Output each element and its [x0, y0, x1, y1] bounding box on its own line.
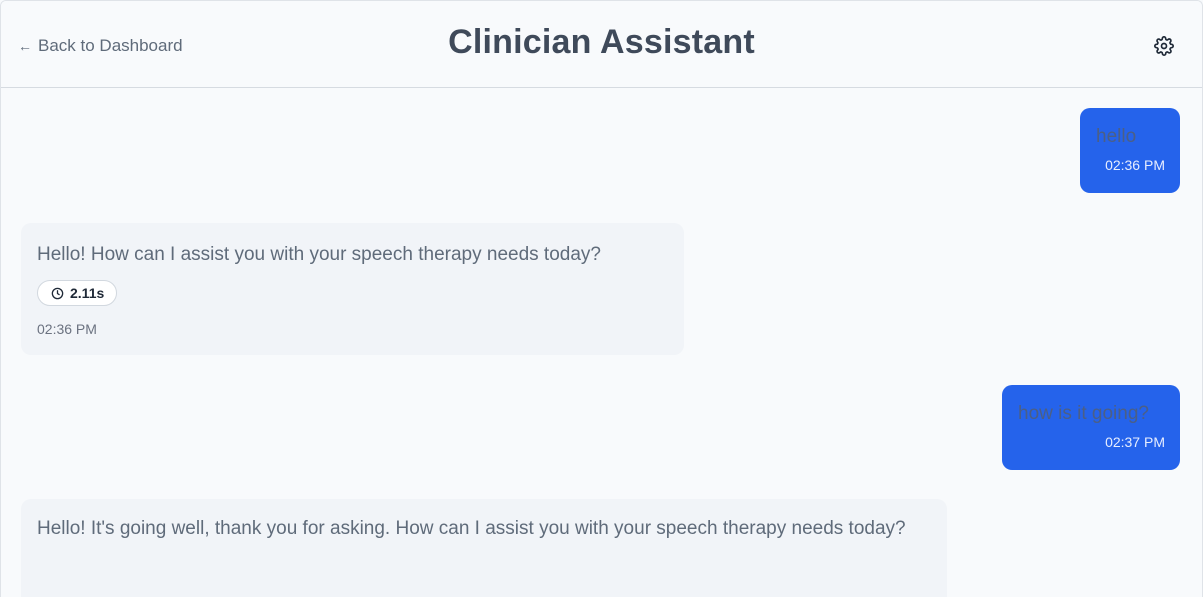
message-text: Hello! It's going well, thank you for as… [37, 518, 906, 539]
assistant-message-bubble: Hello! It's going well, thank you for as… [21, 499, 947, 597]
user-message-bubble: hello 02:36 PM [1080, 108, 1180, 193]
message-timestamp: 02:36 PM [37, 321, 97, 337]
user-message-bubble: how is it going? 02:37 PM [1002, 385, 1180, 470]
message-text: Hello! How can I assist you with your sp… [37, 244, 601, 265]
message-timestamp: 02:37 PM [1105, 434, 1165, 450]
gear-icon [1154, 36, 1174, 56]
message-text: hello [1096, 126, 1137, 147]
chat-window: ← Back to Dashboard Clinician Assistant … [0, 0, 1203, 597]
message-text: how is it going? [1018, 403, 1149, 424]
message-timestamp: 02:36 PM [1105, 157, 1165, 173]
page-title: Clinician Assistant [448, 23, 755, 61]
settings-button[interactable] [1151, 33, 1177, 59]
assistant-message-bubble: Hello! How can I assist you with your sp… [21, 223, 684, 355]
response-latency-badge: 2.11s [37, 280, 118, 306]
clock-icon [51, 287, 64, 300]
header-bar: ← Back to Dashboard Clinician Assistant [1, 1, 1202, 88]
latency-value: 2.11s [70, 285, 105, 301]
